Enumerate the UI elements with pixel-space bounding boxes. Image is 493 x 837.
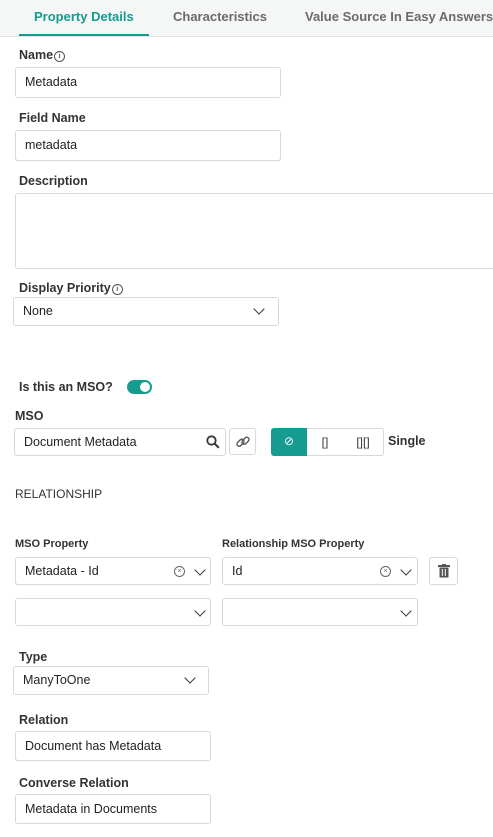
relationship-mso-property-select[interactable]: Id × <box>222 557 418 585</box>
mso-value: Document Metadata <box>24 435 137 449</box>
relationship-mso-property-value: Id <box>232 564 243 578</box>
relationship-mso-property-select-empty[interactable] <box>222 598 418 626</box>
link-button[interactable] <box>229 428 256 455</box>
tab-property-details[interactable]: Property Details <box>19 0 149 36</box>
cardinality-single-button[interactable]: ⊘ <box>271 428 307 456</box>
cardinality-array-button[interactable]: [] <box>307 428 343 456</box>
tab-value-source[interactable]: Value Source In Easy Answers <box>305 0 493 34</box>
tab-characteristics[interactable]: Characteristics <box>173 0 267 34</box>
converse-relation-label: Converse Relation <box>19 776 129 790</box>
type-value: ManyToOne <box>23 673 91 687</box>
name-label: Name i <box>19 48 66 62</box>
chevron-down-icon <box>253 303 265 315</box>
cardinality-label: Single <box>388 434 426 448</box>
trash-icon <box>438 564 450 578</box>
clear-icon[interactable]: × <box>380 566 391 577</box>
display-priority-value: None <box>23 304 53 318</box>
chevron-down-icon <box>400 564 412 576</box>
name-field[interactable]: Metadata <box>15 67 281 98</box>
clear-icon[interactable]: × <box>174 566 185 577</box>
delete-button[interactable] <box>429 557 458 585</box>
mso-property-label: MSO Property <box>15 538 89 550</box>
tab-bar: Property Details Characteristics Value S… <box>0 0 493 37</box>
info-icon[interactable]: i <box>54 51 66 62</box>
toggle-knob <box>140 382 150 392</box>
is-mso-label: Is this an MSO? <box>19 380 113 394</box>
mso-property-select[interactable]: Metadata - Id × <box>15 557 211 585</box>
relationship-heading: RELATIONSHIP <box>15 487 103 501</box>
is-mso-toggle[interactable] <box>127 380 152 394</box>
relationship-mso-property-label: Relationship MSO Property <box>222 538 365 550</box>
search-icon[interactable] <box>206 435 220 449</box>
relation-field[interactable]: Document has Metadata <box>15 731 211 761</box>
display-priority-select[interactable]: None <box>13 297 279 326</box>
mso-label: MSO <box>15 409 44 423</box>
type-select[interactable]: ManyToOne <box>13 666 209 695</box>
relation-label: Relation <box>19 713 69 727</box>
converse-relation-field[interactable]: Metadata in Documents <box>15 794 211 824</box>
description-label: Description <box>19 174 88 188</box>
link-icon <box>236 436 250 447</box>
chevron-down-icon <box>184 672 196 684</box>
type-label: Type <box>19 650 48 664</box>
mso-search-field[interactable]: Document Metadata <box>14 428 226 456</box>
cardinality-matrix-button[interactable]: [][] <box>343 428 384 456</box>
info-icon[interactable]: i <box>111 284 123 295</box>
chevron-down-icon <box>194 564 206 576</box>
chevron-down-icon <box>194 605 206 617</box>
field-name-label: Field Name <box>19 111 86 125</box>
chevron-down-icon <box>400 605 412 617</box>
mso-property-select-empty[interactable] <box>15 598 211 626</box>
display-priority-label: Display Priority i <box>19 281 123 295</box>
mso-property-value: Metadata - Id <box>25 564 99 578</box>
description-field[interactable] <box>15 193 493 269</box>
field-name-field[interactable]: metadata <box>15 130 281 161</box>
